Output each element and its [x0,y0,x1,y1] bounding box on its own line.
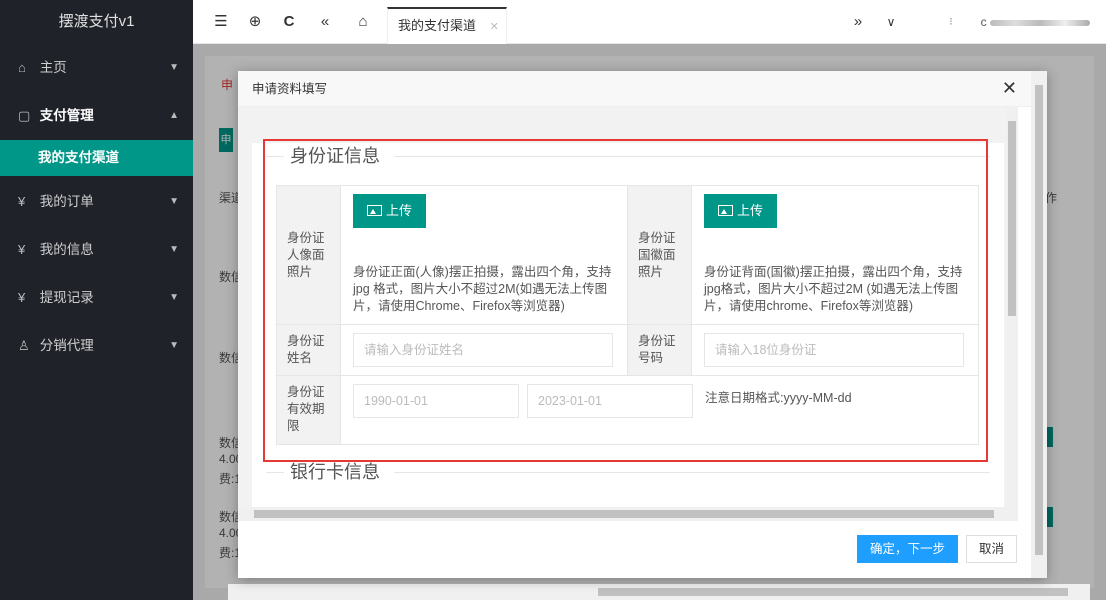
sidebar-item-label: 我的订单 [39,194,94,209]
sidebar-item-label: 主页 [39,60,67,75]
sidebar-item-label: 分销代理 [39,338,94,353]
user-name[interactable]: c [981,0,1090,44]
sidebar-item-orders[interactable]: ¥ 我的订单 ▼ [0,178,193,226]
yen-icon: ¥ [18,194,26,209]
tabs-right-icon[interactable]: » [848,0,868,44]
sidebar-item-withdraw[interactable]: ¥ 提现记录 ▼ [0,274,193,322]
confirm-next-button[interactable]: 确定，下一步 [856,535,958,563]
modal-outer-scrollbar[interactable] [1031,71,1047,578]
tab-label: 我的支付渠道 [398,18,477,33]
sidebar-item-home[interactable]: ⌂ 主页 ▼ [0,44,193,92]
app-title: 摆渡支付v1 [0,0,193,44]
sidebar: 摆渡支付v1 ⌂ 主页 ▼ ▢ 支付管理 ▲ 我的支付渠道 ¥ 我的订单 ▼ ¥… [0,0,193,600]
chevron-down-icon: ▼ [169,62,179,73]
tab-channels[interactable]: 我的支付渠道 ✕ [387,7,507,44]
sidebar-item-label: 支付管理 [39,108,94,123]
section-bank-header: 银行卡信息 [266,459,990,485]
modal-horizontal-scrollbar[interactable] [238,507,1018,521]
home-icon: ⌂ [18,60,26,75]
more-icon[interactable]: ⁝ [941,0,961,44]
modal-footer: 确定，下一步 取消 [856,535,1017,563]
chevron-down-icon: ▼ [169,340,179,351]
topbar: ☰ ⊕ C « ⌂ 我的支付渠道 ✕ » ∨ ⁝ c [193,0,1106,44]
payment-icon: ▢ [18,108,31,123]
close-tab-icon[interactable]: ✕ [490,21,499,33]
yen-icon: ¥ [18,242,26,257]
highlight-box [263,139,988,462]
close-button[interactable]: ✕ [1002,78,1017,99]
chevron-down-icon: ▼ [169,292,179,303]
sidebar-item-agent[interactable]: ♙ 分销代理 ▼ [0,322,193,370]
globe-icon[interactable]: ⊕ [245,0,265,44]
sidebar-item-info[interactable]: ¥ 我的信息 ▼ [0,226,193,274]
refresh-icon[interactable]: C [279,0,299,44]
chevron-up-icon: ▲ [169,110,179,121]
chevron-down-icon: ▼ [169,196,179,207]
chevron-down-icon[interactable]: ∨ [881,0,901,44]
user-icon: ♙ [18,338,30,353]
page-horizontal-scrollbar[interactable] [228,584,1090,600]
home-tab-icon[interactable]: ⌂ [353,0,373,44]
yen-icon: ¥ [18,290,26,305]
menu-toggle-icon[interactable]: ☰ [211,0,231,44]
tabs-left-icon[interactable]: « [315,0,335,44]
sidebar-item-payment[interactable]: ▢ 支付管理 ▲ [0,92,193,140]
modal-vertical-scrollbar[interactable] [1006,107,1018,507]
cancel-button[interactable]: 取消 [965,535,1017,563]
modal-title: 申请资料填写 [238,71,1047,107]
sidebar-item-label: 提现记录 [39,290,94,305]
sidebar-item-label: 我的信息 [39,242,94,257]
sidebar-subitem-channels[interactable]: 我的支付渠道 [0,140,193,176]
section-title: 银行卡信息 [290,462,380,482]
chevron-down-icon: ▼ [169,244,179,255]
